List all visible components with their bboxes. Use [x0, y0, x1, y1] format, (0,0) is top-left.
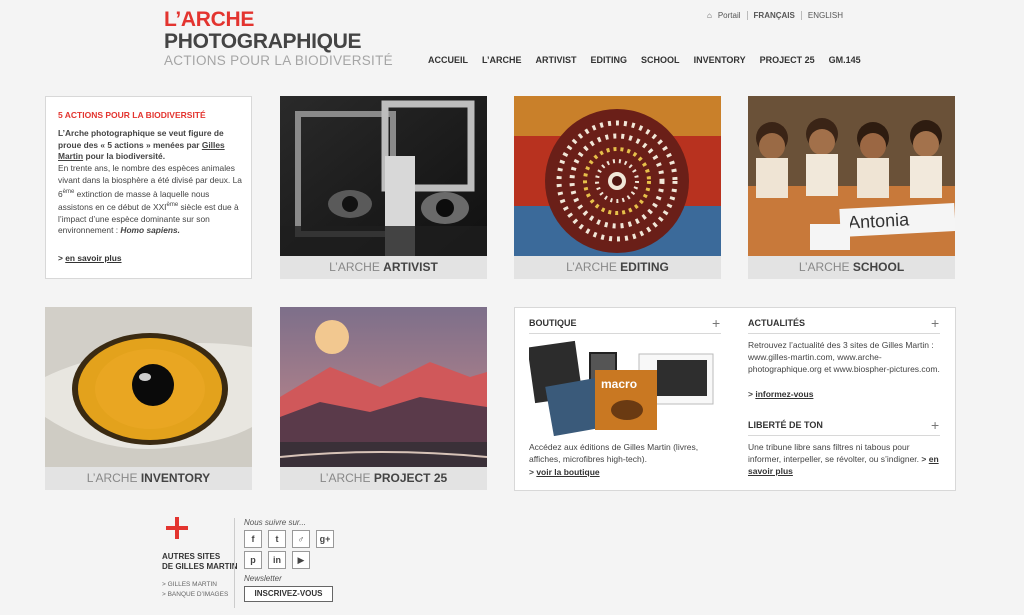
- gilles-martin-link[interactable]: > GILLES MARTIN: [162, 580, 228, 590]
- info-panel: BOUTIQUE + macro Accédez aux éditions de…: [514, 307, 956, 491]
- google-plus-icon[interactable]: g+: [316, 530, 334, 548]
- plus-logo-icon: [166, 517, 188, 539]
- actualites-link-line: > informez-vous: [748, 389, 814, 399]
- tile-inventory[interactable]: L’ARCHE INVENTORY: [45, 307, 252, 490]
- site-logo[interactable]: L’ARCHE PHOTOGRAPHIQUE ACTIONS POUR LA B…: [164, 9, 393, 68]
- nav-inventory[interactable]: INVENTORY: [694, 55, 746, 65]
- nav-project-25[interactable]: PROJECT 25: [760, 55, 815, 65]
- nav-artivist[interactable]: ARTIVIST: [536, 55, 577, 65]
- portail-link[interactable]: Portail: [718, 11, 741, 20]
- liberte-plus-icon[interactable]: +: [931, 418, 939, 432]
- school-photo: Antonia: [748, 96, 955, 256]
- newsletter-label: Newsletter: [244, 574, 282, 583]
- tile-artivist[interactable]: L’ARCHE ARTIVIST: [280, 96, 487, 279]
- nav-arche[interactable]: L’ARCHE: [482, 55, 522, 65]
- lang-english[interactable]: ENGLISH: [808, 11, 843, 20]
- intro-text: L’Arche photographique se veut figure de…: [58, 128, 242, 236]
- tile-caption: L’ARCHE SCHOOL: [748, 256, 955, 279]
- school-sign: Antonia: [848, 209, 911, 232]
- footer-divider: [234, 518, 235, 608]
- other-sites-title: AUTRES SITES DE GILLES MARTIN: [162, 552, 238, 571]
- subscribe-button[interactable]: INSCRIVEZ-VOUS: [244, 586, 333, 602]
- actualites-text: Retrouvez l’actualité des 3 sites de Gil…: [748, 340, 940, 374]
- twitter-icon[interactable]: t: [268, 530, 286, 548]
- artivist-photo: [280, 96, 487, 256]
- linkedin-icon[interactable]: in: [268, 551, 286, 569]
- book-label: macro: [601, 377, 637, 391]
- nav-editing[interactable]: EDITING: [591, 55, 628, 65]
- boutique-link-line: > voir la boutique: [529, 467, 600, 477]
- editing-photo: [514, 96, 721, 256]
- inventory-photo: [45, 307, 252, 467]
- other-sites-links: > GILLES MARTIN > BANQUE D’IMAGES: [162, 580, 228, 600]
- boutique-books-image: macro: [527, 340, 721, 437]
- tile-project-25[interactable]: L’ARCHE PROJECT 25: [280, 307, 487, 490]
- tile-school[interactable]: Antonia L’ARCHE SCHOOL: [748, 96, 955, 279]
- nav-gm145[interactable]: GM.145: [829, 55, 861, 65]
- logo-tagline: ACTIONS POUR LA BIODIVERSITÉ: [164, 53, 393, 68]
- divider: [800, 11, 802, 20]
- tile-editing[interactable]: L’ARCHE EDITING: [514, 96, 721, 279]
- boutique-title: BOUTIQUE: [529, 318, 721, 334]
- home-icon[interactable]: ⌂: [707, 11, 712, 20]
- intro-lead: L’Arche photographique se veut figure de…: [58, 128, 225, 162]
- intro-more: > en savoir plus: [58, 253, 122, 263]
- nav-school[interactable]: SCHOOL: [641, 55, 680, 65]
- pinterest-icon[interactable]: p: [244, 551, 262, 569]
- tile-caption: L’ARCHE ARTIVIST: [280, 256, 487, 279]
- logo-line-2: PHOTOGRAPHIQUE: [164, 30, 362, 53]
- liberte-text: Une tribune libre sans filtres ni tabous…: [748, 442, 939, 476]
- myspace-icon[interactable]: ♂: [292, 530, 310, 548]
- liberte-title: LIBERTÉ DE TON: [748, 420, 940, 436]
- nav-accueil[interactable]: ACCUEIL: [428, 55, 468, 65]
- logo-line-1: L’ARCHE: [164, 8, 255, 31]
- banque-images-link[interactable]: > BANQUE D’IMAGES: [162, 590, 228, 600]
- divider: [746, 11, 748, 20]
- lang-french[interactable]: FRANÇAIS: [754, 11, 795, 20]
- boutique-link[interactable]: voir la boutique: [536, 467, 599, 477]
- boutique-plus-icon[interactable]: +: [712, 316, 720, 330]
- actualites-title: ACTUALITÉS: [748, 318, 940, 334]
- main-nav: ACCUEIL L’ARCHE ARTIVIST EDITING SCHOOL …: [428, 55, 875, 65]
- intro-box: 5 ACTIONS POUR LA BIODIVERSITÉ L’Arche p…: [45, 96, 252, 279]
- project-25-photo: [280, 307, 487, 467]
- tile-caption: L’ARCHE INVENTORY: [45, 467, 252, 490]
- boutique-text: Accédez aux éditions de Gilles Martin (l…: [529, 442, 699, 464]
- actualites-link[interactable]: informez-vous: [755, 389, 813, 399]
- actualites-plus-icon[interactable]: +: [931, 316, 939, 330]
- species-name: Homo sapiens.: [120, 225, 180, 236]
- facebook-icon[interactable]: f: [244, 530, 262, 548]
- tile-caption: L’ARCHE EDITING: [514, 256, 721, 279]
- follow-label: Nous suivre sur...: [244, 518, 306, 527]
- intro-more-link[interactable]: en savoir plus: [65, 253, 121, 263]
- youtube-icon[interactable]: ▶: [292, 551, 310, 569]
- tile-caption: L’ARCHE PROJECT 25: [280, 467, 487, 490]
- intro-heading: 5 ACTIONS POUR LA BIODIVERSITÉ: [58, 110, 206, 120]
- language-bar: ⌂ Portail FRANÇAIS ENGLISH: [707, 11, 843, 20]
